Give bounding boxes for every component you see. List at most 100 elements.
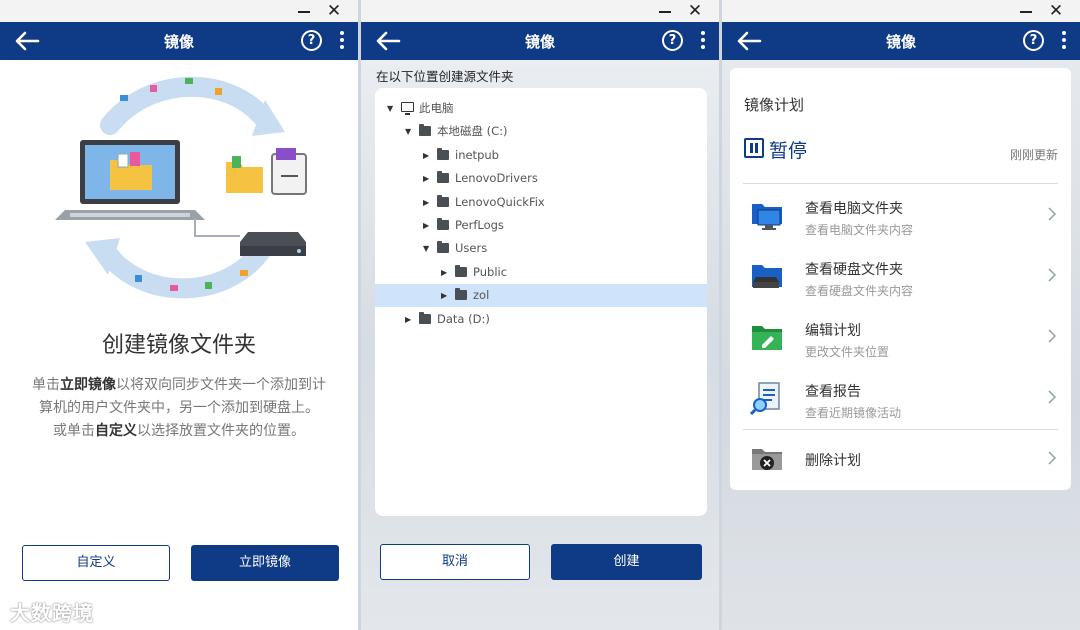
tree-row[interactable]: ▶ Public [375,261,707,284]
tree-row[interactable]: ▶ LenovoQuickFix [375,191,707,214]
minimize-button[interactable] [290,0,318,22]
close-button[interactable]: ✕ [681,0,709,22]
app-header: 镜像 ? [722,22,1080,60]
pc-folder-icon [752,204,782,230]
tree-row-label: 本地磁盘 (C:) [437,124,508,139]
more-options-icon[interactable] [1060,31,1068,51]
mirror-illustration [55,76,307,299]
expand-arrow-right-icon[interactable]: ▶ [441,261,451,284]
expand-arrow-right-icon[interactable]: ▶ [423,167,433,190]
chevron-right-icon [1048,329,1057,343]
source-folder-window: ✕ 镜像 ? 在以下位置创建源文件夹 ▼ 此电脑 ▼ 本地磁盘 (C:) ▶ inetpu… [361,0,719,630]
divider [743,183,1058,184]
menu-item-title: 查看报告 [805,384,861,400]
tree-row[interactable]: ▶ LenovoDrivers [375,167,707,190]
expand-arrow-right-icon[interactable]: ▶ [423,214,433,237]
menu-item-title: 删除计划 [805,453,861,469]
tree-row-label: zol [473,288,490,303]
more-options-icon[interactable] [338,31,346,51]
plan-card: 镜像计划 暂停 刚刚更新 查看电脑文件夹 查看电脑文件夹内容 查看硬盘文件夹 查… [730,68,1071,490]
tree-row[interactable]: ▶ inetpub [375,144,707,167]
help-icon[interactable]: ? [1023,30,1044,51]
expand-arrow-down-icon[interactable]: ▼ [405,120,415,143]
intro-heading: 创建镜像文件夹 [101,333,256,358]
menu-item-pc-folder[interactable]: 查看电脑文件夹 查看电脑文件夹内容 [730,186,1071,244]
mirror-now-button[interactable]: 立即镜像 [191,545,339,581]
app-header: 镜像 ? [361,22,719,60]
folder-icon [419,311,431,324]
app-header: 镜像 ? [0,22,358,60]
menu-item-drive-folder[interactable]: 查看硬盘文件夹 查看硬盘文件夹内容 [730,247,1071,305]
drive-folder-icon [752,265,782,288]
desc-text: 单击 [32,377,60,393]
delete-plan-icon [752,449,782,470]
menu-item-delete-plan[interactable]: 删除计划 [730,430,1071,488]
close-button[interactable]: ✕ [1042,0,1070,22]
expand-arrow-down-icon[interactable]: ▼ [387,97,397,120]
pc-icon [401,102,414,115]
folder-icon [455,288,467,301]
expand-arrow-right-icon[interactable]: ▶ [405,308,415,331]
minimize-button[interactable] [651,0,679,22]
window-titlebar: ✕ [361,0,719,22]
tree-row-label: 此电脑 [419,101,454,115]
folder-icon [437,218,449,230]
desc-text: 以选择放置文件夹的位置。 [137,423,305,439]
report-icon [750,382,780,415]
expand-arrow-down-icon[interactable]: ▼ [423,237,433,260]
expand-arrow-right-icon[interactable]: ▶ [441,284,451,307]
tree-row-label: LenovoDrivers [455,171,538,186]
chevron-right-icon [1048,268,1057,282]
expand-arrow-right-icon[interactable]: ▶ [423,191,433,214]
folder-tree: ▼ 此电脑 ▼ 本地磁盘 (C:) ▶ inetpub ▶ LenovoDrivers ▶ Len… [375,88,707,516]
menu-item-subtitle: 更改文件夹位置 [805,345,890,359]
expand-arrow-right-icon[interactable]: ▶ [423,144,433,167]
folder-icon [419,124,431,137]
tree-row[interactable]: ▼ 此电脑 [375,97,707,120]
tree-row[interactable]: ▼ Users [375,237,707,260]
menu-item-title: 查看硬盘文件夹 [805,262,903,278]
menu-item-subtitle: 查看硬盘文件夹内容 [805,284,914,298]
tree-row-label: inetpub [455,147,499,162]
menu-item-edit-plan[interactable]: 编辑计划 更改文件夹位置 [730,308,1071,366]
desc-bold-custom: 自定义 [95,423,137,439]
back-arrow-icon[interactable] [734,28,764,54]
tree-row[interactable]: ▶ Data (D:) [375,308,707,331]
menu-item-title: 查看电脑文件夹 [805,201,903,217]
help-icon[interactable]: ? [662,30,683,51]
location-label: 在以下位置创建源文件夹 [376,69,514,84]
custom-button[interactable]: 自定义 [22,545,170,581]
back-arrow-icon[interactable] [373,28,403,54]
mirror-plan-window: ✕ 镜像 ? 镜像计划 暂停 刚刚更新 查看电脑文件夹 查看电脑文件夹内容 查看… [722,0,1080,630]
desc-bold-mirror: 立即镜像 [60,377,116,393]
menu-item-title: 编辑计划 [805,323,861,339]
folder-icon [437,171,449,184]
chevron-right-icon [1048,207,1057,221]
intro-description: 单击立即镜像以将双向同步文件夹一个添加到计算机的用户文件夹中，另一个添加到硬盘上… [30,374,328,443]
tree-row[interactable]: ▼ 本地磁盘 (C:) [375,120,707,143]
pause-label: 暂停 [769,140,808,162]
tree-row[interactable]: ▶ zol [375,284,707,308]
tree-row[interactable]: ▶ PerfLogs [375,214,707,237]
pause-icon [744,138,764,158]
create-button[interactable]: 创建 [551,544,702,580]
tree-row-label: PerfLogs [455,218,504,232]
close-button[interactable]: ✕ [320,0,348,22]
menu-item-view-report[interactable]: 查看报告 查看近期镜像活动 [730,369,1071,427]
menu-item-subtitle: 查看电脑文件夹内容 [805,223,914,237]
folder-icon [455,264,467,277]
chevron-right-icon [1048,390,1057,404]
more-options-icon[interactable] [699,31,707,51]
menu-item-subtitle: 查看近期镜像活动 [805,406,902,420]
window-titlebar: ✕ [722,0,1080,22]
minimize-button[interactable] [1012,0,1040,22]
help-icon[interactable]: ? [301,30,322,51]
folder-icon [437,147,449,160]
back-arrow-icon[interactable] [12,28,42,54]
updated-status: 刚刚更新 [1009,148,1058,162]
window-titlebar: ✕ [0,0,358,22]
cancel-button[interactable]: 取消 [380,544,530,580]
folder-icon [437,241,449,254]
tree-row-label: Users [455,241,488,256]
plan-title: 镜像计划 [744,96,805,114]
